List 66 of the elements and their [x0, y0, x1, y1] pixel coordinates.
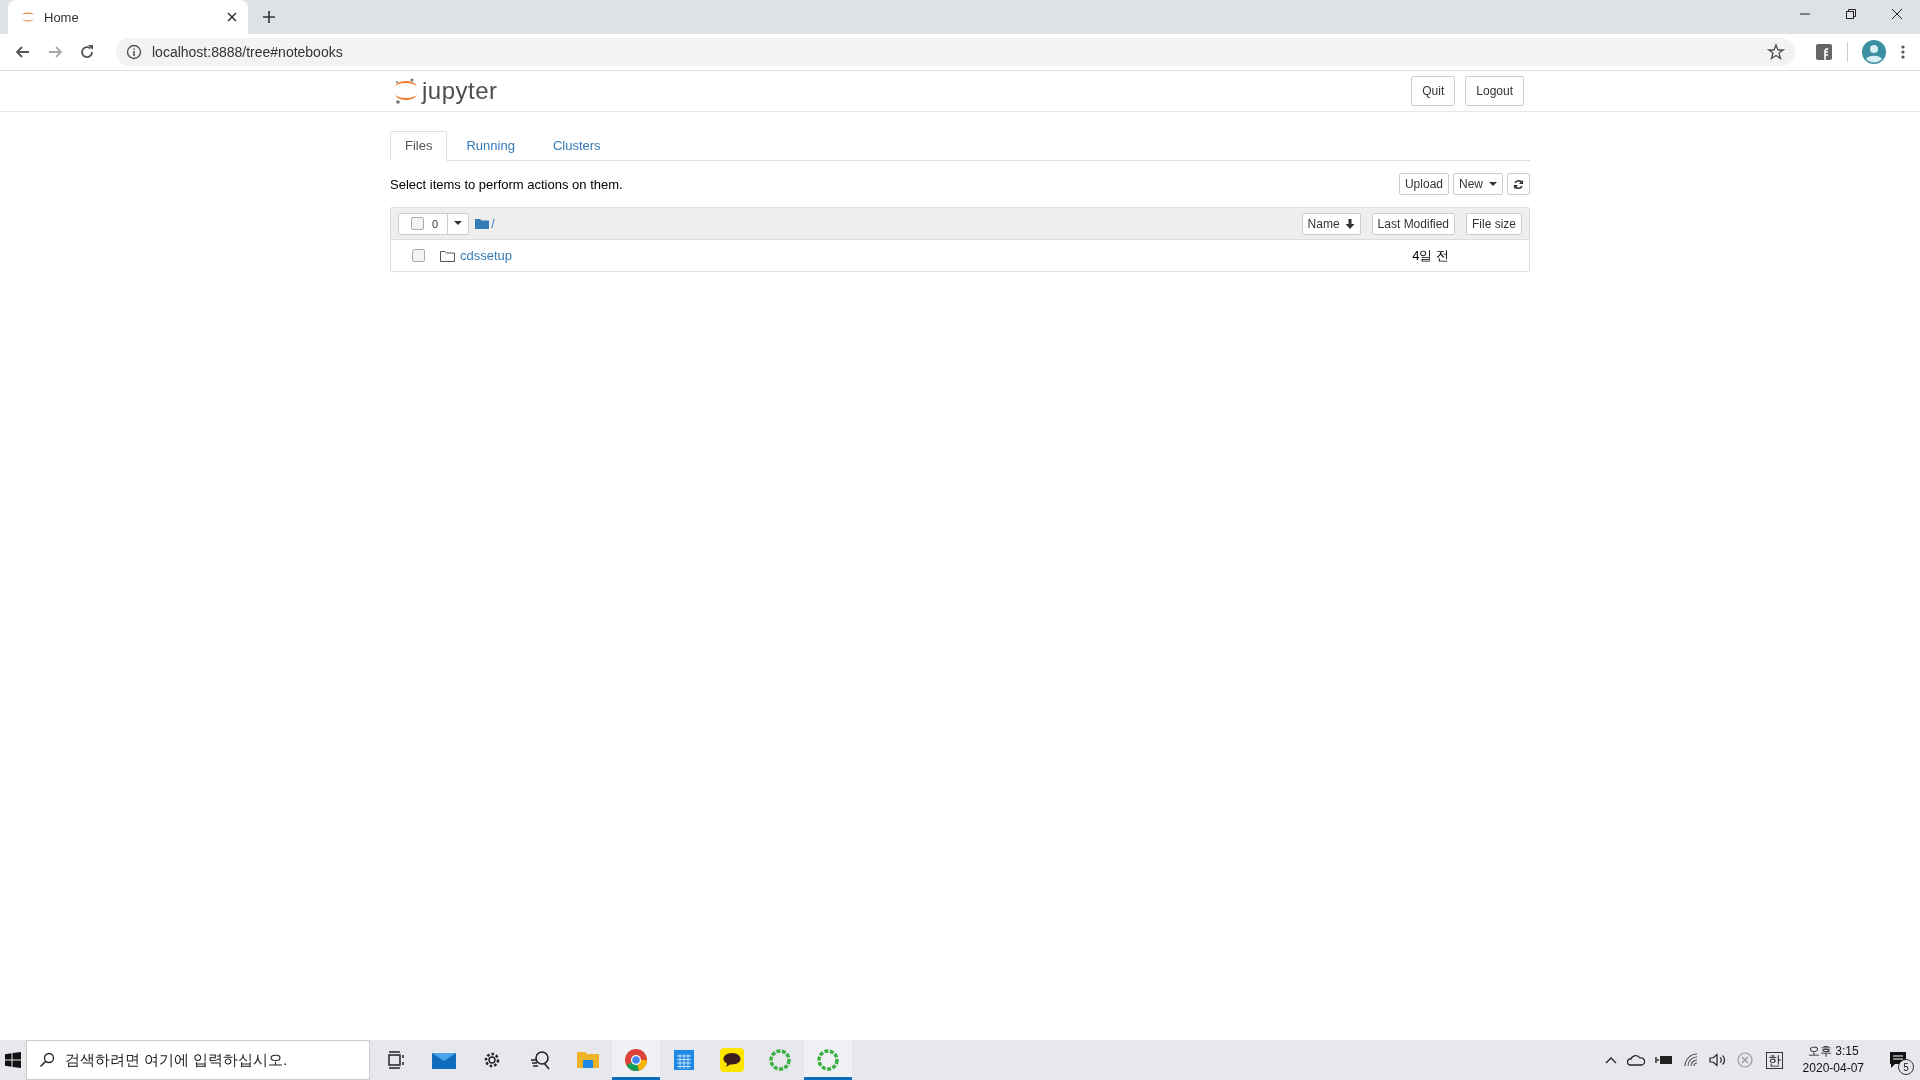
speaker-icon[interactable]: [1708, 1053, 1727, 1067]
clock[interactable]: 오후 3:15 2020-04-07: [1802, 1043, 1864, 1077]
browser-tab[interactable]: Home: [8, 0, 248, 34]
chrome-icon: [624, 1048, 648, 1072]
extension-icon[interactable]: [1815, 43, 1833, 61]
tab[interactable]: Clusters: [533, 131, 620, 160]
refresh-button[interactable]: [1507, 173, 1530, 195]
folder-icon: [475, 218, 490, 229]
notification-count: 5: [1898, 1059, 1914, 1075]
header-button[interactable]: Quit: [1411, 76, 1456, 106]
search-icon: [529, 1050, 551, 1070]
modified-time: 4일 전: [1412, 246, 1449, 265]
header-button[interactable]: Logout: [1465, 76, 1524, 106]
gear-icon: [482, 1050, 502, 1070]
checkbox[interactable]: [411, 217, 424, 230]
ring-icon: [816, 1048, 840, 1072]
ring-icon: [768, 1048, 792, 1072]
chevron-up-icon[interactable]: [1604, 1056, 1617, 1064]
calendar-icon: [673, 1049, 695, 1071]
url-text: localhost:8888/tree#notebooks: [152, 44, 343, 60]
cloud-icon[interactable]: [1626, 1054, 1645, 1066]
search-icon: [39, 1052, 55, 1068]
date-text: 2020-04-07: [1802, 1060, 1864, 1077]
jupyter-logo-icon: [394, 77, 418, 105]
logo-text: jupyter: [422, 77, 498, 105]
new-tab-icon[interactable]: [262, 10, 276, 24]
envelope-icon: [431, 1050, 457, 1070]
caret-icon: [1489, 181, 1497, 187]
select-all-control[interactable]: 0: [398, 212, 470, 235]
caret-icon[interactable]: [454, 221, 463, 226]
hint-text: Select items to perform actions on them.: [390, 176, 623, 192]
reload-icon[interactable]: [78, 43, 96, 61]
profile-avatar-icon[interactable]: [1862, 40, 1886, 64]
star-icon[interactable]: [1767, 43, 1785, 61]
notification-button[interactable]: 5: [1876, 1040, 1920, 1080]
input-method-indicator[interactable]: 한: [1765, 1051, 1783, 1069]
path-link[interactable]: /: [491, 216, 495, 231]
folder-icon: [440, 249, 455, 262]
refresh-icon: [1513, 178, 1524, 190]
windows-start-icon[interactable]: [5, 1052, 21, 1068]
tab-title: Home: [44, 9, 80, 25]
battery-icon[interactable]: [1654, 1054, 1673, 1066]
sort-button[interactable]: Name: [1301, 212, 1361, 235]
time-text: 오후 3:15: [1807, 1043, 1859, 1060]
task-view-icon: [386, 1050, 406, 1070]
sort-button[interactable]: File size: [1466, 212, 1522, 235]
checkbox[interactable]: [412, 249, 425, 262]
search-placeholder: 검색하려면 여기에 입력하십시오.: [65, 1050, 288, 1070]
folder-link[interactable]: cdssetup: [460, 248, 513, 263]
down-arrow-icon: [1344, 218, 1355, 229]
menu-icon[interactable]: [1900, 44, 1906, 60]
sort-button[interactable]: Last Modified: [1371, 212, 1455, 235]
info-icon: [126, 44, 142, 60]
close-icon[interactable]: [1891, 8, 1903, 20]
tab[interactable]: Running: [447, 131, 534, 160]
tab[interactable]: Files: [390, 131, 448, 161]
selected-count: 0: [432, 217, 440, 230]
taskbar-search-field[interactable]: 검색하려면 여기에 입력하십시오.: [26, 1040, 370, 1080]
restore-icon[interactable]: [1845, 8, 1857, 20]
chat-bubble-icon: [720, 1048, 744, 1072]
folder-icon: [576, 1050, 600, 1070]
toolbar-button[interactable]: New: [1453, 173, 1503, 195]
toolbar-button[interactable]: Upload: [1398, 173, 1449, 195]
wifi-icon[interactable]: [1682, 1053, 1699, 1067]
close-icon[interactable]: [226, 11, 238, 23]
address-bar[interactable]: localhost:8888/tree#notebooks: [116, 38, 1795, 66]
